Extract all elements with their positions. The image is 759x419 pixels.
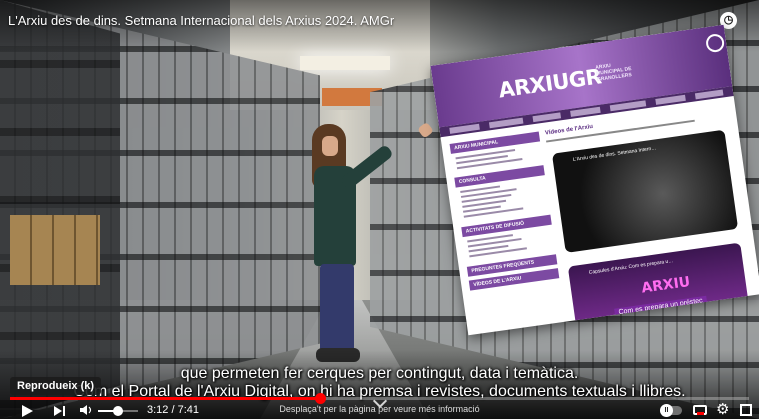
site-sidebar: ARXIU MUNICIPAL CONSULTA ACTIVITATS DE D…	[449, 131, 566, 333]
site-logo-subtitle: ARXIU MUNICIPAL DE GRANOLLERS	[594, 62, 633, 83]
subtitles-icon[interactable]	[693, 405, 707, 415]
progress-fill	[10, 397, 321, 400]
autoplay-toggle[interactable]: II	[660, 404, 682, 417]
sidebar-section: CONSULTA	[454, 165, 545, 188]
nav-item	[532, 112, 562, 123]
nav-item	[570, 106, 601, 117]
web-page-overlay: ARXIUGR ARXIU MUNICIPAL DE GRANOLLERS AR…	[430, 24, 759, 336]
sidebar-section: ARXIU MUNICIPAL	[449, 131, 541, 154]
fullscreen-corner	[746, 410, 752, 416]
scroll-hint: Desplaça't per la pàgina per veure més i…	[279, 404, 480, 414]
subtitle-line-1: que permeten fer cerques per contingut, …	[180, 365, 579, 382]
crest-icon	[704, 32, 726, 54]
video-player[interactable]: L'Arxiu des de dins. Setmana Internacion…	[0, 0, 759, 419]
gear-icon[interactable]: ⚙	[716, 402, 729, 417]
site-content: Vídeos de l'Arxiu L'Arxiu des de dins. S…	[545, 105, 756, 336]
video-title[interactable]: L'Arxiu des de dins. Setmana Internacion…	[8, 13, 394, 28]
nav-item	[609, 100, 647, 112]
embedded-video-1: L'Arxiu des de dins. Setmana Intern…	[551, 129, 739, 253]
embedded-video-1-title: L'Arxiu des de dins. Setmana Intern…	[572, 145, 657, 163]
site-logo: ARXIUGR	[496, 64, 603, 103]
nav-item	[449, 123, 480, 134]
face	[322, 136, 338, 156]
archive-boxes	[10, 215, 100, 285]
nav-item	[488, 117, 524, 129]
legs	[320, 264, 354, 354]
nav-item	[694, 89, 724, 100]
embedded-video-2-title: Capsules d'Arxiu: Com es prepara u…	[588, 258, 674, 276]
fullscreen-icon[interactable]	[740, 404, 752, 416]
archivist-figure	[300, 108, 434, 370]
nav-item	[655, 94, 686, 105]
play-tooltip: Reprodueix (k)	[10, 377, 102, 395]
ceiling-light	[300, 56, 390, 70]
autoplay-knob: II	[660, 404, 673, 417]
embedded-video-2-brand: ARXIU	[640, 273, 692, 297]
sidebar-section: ACTIVITATS DE DIFUSIÓ	[461, 214, 552, 238]
